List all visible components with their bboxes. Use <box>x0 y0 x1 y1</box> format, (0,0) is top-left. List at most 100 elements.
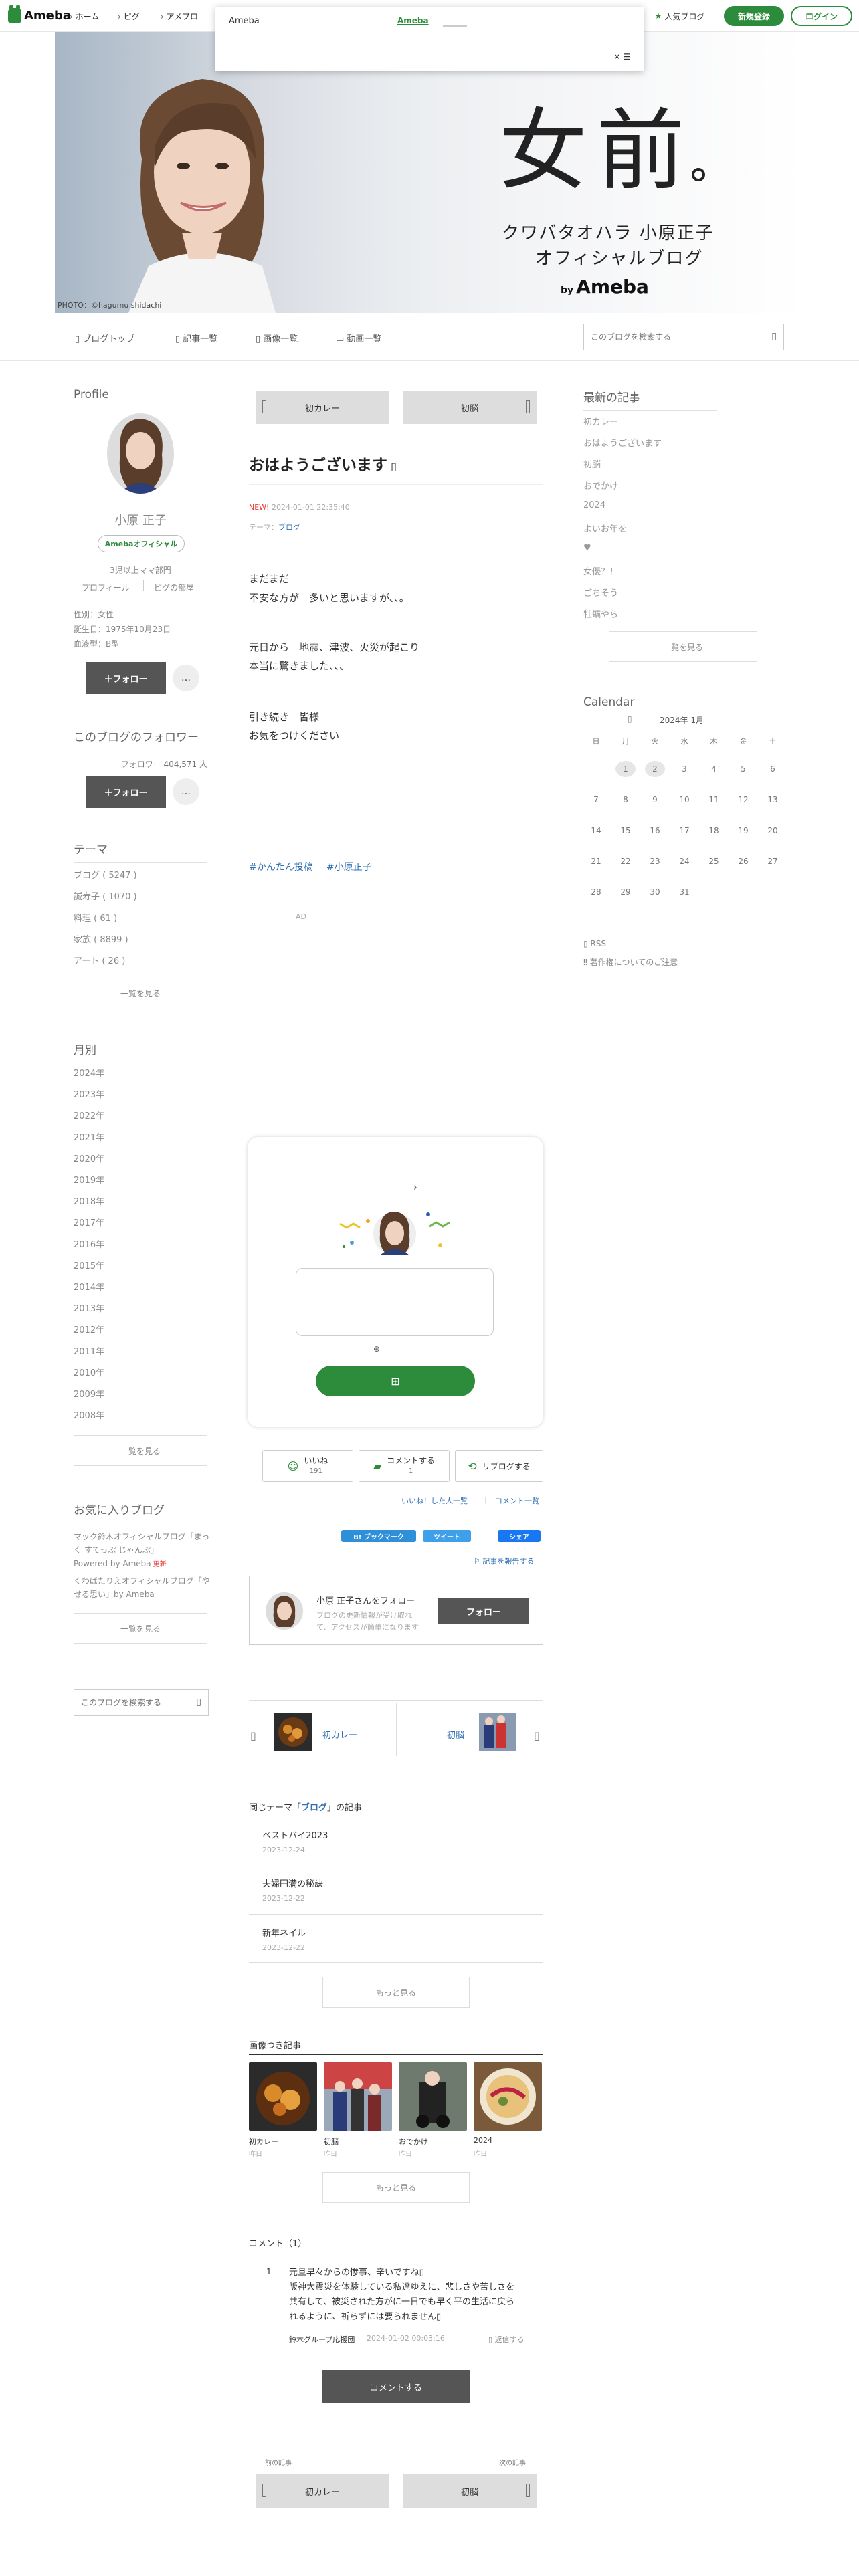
theme-item[interactable]: 誠寿子 ( 1070 ) <box>74 889 137 902</box>
month-link[interactable]: 2015年 <box>74 1259 104 1271</box>
favorite-item[interactable]: くわばたりえオフィシャルブログ「やせる思い」by Ameba <box>74 1574 214 1601</box>
month-link[interactable]: 2021年 <box>74 1130 104 1143</box>
popular-blog-link[interactable]: ★ 人気ブログ <box>642 6 717 26</box>
image-article-thumb[interactable] <box>474 2062 542 2131</box>
month-link[interactable]: 2024年 <box>74 1066 104 1079</box>
recent-article-link[interactable]: 初脳 <box>583 457 601 470</box>
signup-button[interactable]: 新規登録 <box>724 6 784 26</box>
calendar-day[interactable]: 28 <box>586 884 606 900</box>
pigg-room-link[interactable]: ピグの部屋 <box>154 582 194 593</box>
follow-button-2[interactable]: ＋フォロー <box>86 776 166 808</box>
calendar-day[interactable]: 3 <box>674 761 694 777</box>
profile-rank[interactable]: 3児以上ママ部門 <box>74 564 207 576</box>
calendar-day[interactable]: 30 <box>645 884 665 900</box>
calendar-day[interactable]: 29 <box>615 884 636 900</box>
same-theme-link[interactable]: ブログ <box>301 1803 327 1813</box>
chevron-left-icon[interactable]: ▯ <box>628 714 632 724</box>
image-article-thumb[interactable] <box>249 2062 317 2131</box>
calendar-day[interactable]: 18 <box>704 823 724 839</box>
like-button[interactable]: ☺ いいね 191 <box>262 1450 353 1482</box>
chevron-right-icon[interactable]: › <box>413 1182 417 1193</box>
same-theme-more-button[interactable]: もっと見る <box>322 1977 470 2008</box>
month-link[interactable]: 2014年 <box>74 1280 104 1293</box>
theme-item[interactable]: 料理 ( 61 ) <box>74 911 117 924</box>
calendar-day[interactable]: 31 <box>674 884 694 900</box>
month-link[interactable]: 2017年 <box>74 1216 104 1228</box>
calendar-day[interactable]: 25 <box>704 853 724 869</box>
prev-article-button-top[interactable]: 初カレー <box>256 391 389 424</box>
recent-more-button[interactable]: 一覧を見る <box>609 631 757 662</box>
calendar-day[interactable]: 7 <box>586 792 606 808</box>
calendar-day[interactable]: 9 <box>645 792 665 808</box>
calendar-day[interactable]: 13 <box>763 792 783 808</box>
calendar-day[interactable]: 23 <box>645 853 665 869</box>
hashtag-link[interactable]: #かんたん投稿 <box>249 860 313 873</box>
nav-pigg[interactable]: ピグ <box>118 11 140 22</box>
search-icon[interactable]: ▯ <box>771 331 777 342</box>
calendar-day[interactable]: 12 <box>733 792 753 808</box>
pager-next-link[interactable]: 初脳 <box>447 1728 464 1741</box>
theme-item[interactable]: ブログ ( 5247 ) <box>74 868 137 881</box>
write-comment-button[interactable]: コメントする <box>322 2370 470 2403</box>
gift-message-input[interactable] <box>296 1268 494 1336</box>
pager-prev-link[interactable]: 初カレー <box>322 1728 357 1741</box>
favorite-item[interactable]: マック鈴木オフィシャルブログ「まっく すてっぷ じゃんぷ」 Powered by … <box>74 1530 214 1572</box>
calendar-day[interactable]: 26 <box>733 853 753 869</box>
copyright-link[interactable]: ‼ 著作権についてのご注意 <box>583 956 678 968</box>
facebook-share-button[interactable]: シェア <box>498 1530 541 1542</box>
recent-article-link[interactable]: よいお年を <box>583 522 627 534</box>
comment-list-link[interactable]: コメント一覧 <box>495 1495 539 1506</box>
recent-article-link[interactable]: 女優？！ <box>583 564 618 577</box>
article-theme-link[interactable]: ブログ <box>278 523 300 532</box>
calendar-day[interactable]: 2 <box>645 761 665 777</box>
calendar-day[interactable]: 24 <box>674 853 694 869</box>
hashtag-link[interactable]: #小原正子 <box>326 860 372 873</box>
recent-article-link[interactable]: おでかけ <box>583 479 618 492</box>
recent-article-link[interactable]: ♥ <box>583 543 591 553</box>
calendar-day[interactable]: 1 <box>615 761 636 777</box>
nav-ameblo[interactable]: アメブロ <box>161 11 198 22</box>
theme-item[interactable]: 家族 ( 8899 ) <box>74 932 128 945</box>
calendar-day[interactable]: 14 <box>586 823 606 839</box>
calendar-day[interactable]: 8 <box>615 792 636 808</box>
recent-article-link[interactable]: おはようございます <box>583 436 662 449</box>
sidebar-search-input[interactable] <box>74 1690 187 1715</box>
calendar-day[interactable]: 20 <box>763 823 783 839</box>
follow-box-button[interactable]: フォロー <box>438 1598 529 1624</box>
reply-link[interactable]: ▯ 返信する <box>488 2334 524 2345</box>
follow-button[interactable]: ＋フォロー <box>86 662 166 694</box>
calendar-day[interactable]: 11 <box>704 792 724 808</box>
ameba-logo[interactable]: Ameba <box>8 5 71 23</box>
month-link[interactable]: 2023年 <box>74 1087 104 1100</box>
author-avatar[interactable] <box>266 1592 303 1630</box>
calendar-day[interactable]: 15 <box>615 823 636 839</box>
recent-article-link[interactable]: 牡蠣やら <box>583 607 618 620</box>
subnav-articles[interactable]: ▯ 記事一覧 <box>175 332 217 344</box>
more-options-button-2[interactable]: … <box>173 778 199 805</box>
month-link[interactable]: 2008年 <box>74 1408 104 1421</box>
comment-button[interactable]: ▰ コメントする 1 <box>359 1450 450 1482</box>
hatena-bookmark-button[interactable]: B! ブックマーク <box>341 1530 416 1542</box>
month-link[interactable]: 2010年 <box>74 1366 104 1378</box>
info-icon[interactable]: ⊕ <box>373 1344 380 1354</box>
next-thumbnail[interactable] <box>479 1713 516 1751</box>
month-link[interactable]: 2022年 <box>74 1109 104 1121</box>
more-options-button[interactable]: … <box>173 665 199 691</box>
next-article-button-bottom[interactable]: 初脳 <box>403 2474 537 2508</box>
calendar-day[interactable]: 22 <box>615 853 636 869</box>
subnav-videos[interactable]: ▭ 動画一覧 <box>336 332 381 344</box>
related-article-link[interactable]: 新年ネイル <box>262 1926 306 1939</box>
related-article-link[interactable]: ベストバイ2023 <box>262 1828 328 1841</box>
month-link[interactable]: 2018年 <box>74 1194 104 1207</box>
rss-link[interactable]: ▯ RSS <box>583 939 606 948</box>
profile-name[interactable]: 小原 正子 <box>74 511 207 528</box>
tweet-button[interactable]: ツイート <box>423 1530 471 1542</box>
recent-article-link[interactable]: 2024 <box>583 500 605 510</box>
image-article-title[interactable]: 初脳 <box>324 2136 339 2147</box>
recent-article-link[interactable]: ごちそう <box>583 586 618 599</box>
image-article-thumb[interactable] <box>324 2062 392 2131</box>
month-link[interactable]: 2012年 <box>74 1323 104 1335</box>
report-link[interactable]: ⚐ 記事を報告する <box>474 1555 534 1566</box>
profile-avatar[interactable] <box>107 413 174 494</box>
month-link[interactable]: 2019年 <box>74 1173 104 1186</box>
